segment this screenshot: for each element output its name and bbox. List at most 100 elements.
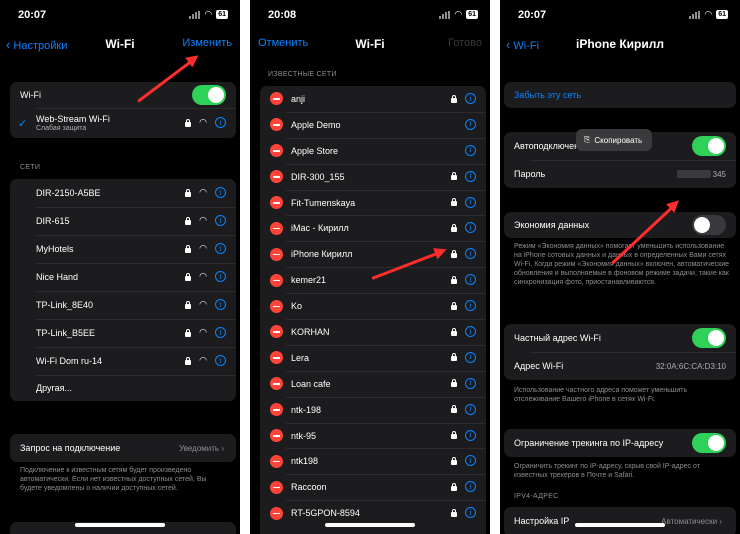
other-network-row[interactable]: Другая...: [10, 375, 236, 401]
info-icon[interactable]: i: [215, 299, 226, 310]
delete-minus-icon[interactable]: [270, 247, 283, 261]
forget-network-row[interactable]: Забыть эту сеть: [504, 82, 736, 108]
network-row[interactable]: TP-Link_B5EE ◠ i: [10, 319, 236, 347]
info-icon[interactable]: i: [215, 187, 226, 198]
lock-icon: [451, 275, 457, 284]
delete-minus-icon[interactable]: [270, 429, 283, 443]
password-row[interactable]: Пароль 345: [504, 160, 736, 188]
known-network-row[interactable]: DIR-300_155 i: [260, 163, 486, 190]
info-icon[interactable]: i: [215, 243, 226, 254]
delete-minus-icon[interactable]: [270, 273, 283, 287]
info-icon[interactable]: i: [465, 274, 476, 286]
delete-minus-icon[interactable]: [270, 377, 283, 391]
info-icon[interactable]: i: [465, 222, 476, 234]
wifi-address-label: Адрес Wi-Fi: [514, 361, 564, 371]
info-icon[interactable]: i: [215, 215, 226, 226]
networks-list: DIR-2150-A5BE ◠ i DIR-615 ◠ i MyHotels ◠ i Nice H…: [10, 179, 236, 401]
lock-icon: [451, 353, 457, 362]
page-title: iPhone Кирилл: [576, 37, 664, 51]
known-network-row[interactable]: kemer21 i: [260, 267, 486, 293]
delete-minus-icon[interactable]: [270, 506, 283, 520]
network-row[interactable]: Wi-Fi Dom ru-14 ◠ i: [10, 347, 236, 375]
known-network-row[interactable]: ntk-95 i: [260, 422, 486, 449]
wifi-strength-icon: ◠: [199, 215, 207, 225]
lock-icon: [451, 94, 457, 103]
delete-minus-icon[interactable]: [270, 221, 283, 235]
password-mask: [676, 170, 711, 179]
limit-tracking-toggle[interactable]: [692, 433, 726, 453]
ask-to-join-row[interactable]: Запрос на подключение Уведомить ›: [10, 434, 236, 462]
delete-minus-icon[interactable]: [270, 351, 283, 365]
navigation-bar: ‹ Wi-Fi iPhone Кирилл: [500, 34, 740, 54]
known-network-row[interactable]: iMac - Кирилл i: [260, 215, 486, 241]
delete-minus-icon[interactable]: [270, 403, 283, 417]
info-icon[interactable]: i: [465, 429, 476, 441]
delete-minus-icon[interactable]: [270, 480, 283, 494]
network-row[interactable]: DIR-615 ◠ i: [10, 207, 236, 235]
private-address-toggle[interactable]: [692, 328, 726, 348]
wifi-address-row: Адрес Wi-Fi 32:0A:6C:CA:D3:10: [504, 352, 736, 380]
current-network-row[interactable]: ✓ Web-Stream Wi-Fi Слабая защита ◠ i: [10, 108, 236, 138]
lock-icon: [185, 118, 192, 127]
known-network-row[interactable]: ntk-198 i: [260, 396, 486, 423]
copy-tooltip[interactable]: ⎘ Скопировать: [576, 129, 653, 151]
lock-icon: [185, 188, 192, 197]
delete-minus-icon[interactable]: [270, 454, 283, 468]
password-visible-tail: 345: [712, 169, 726, 179]
done-button[interactable]: Готово: [448, 37, 482, 49]
limit-tracking-label: Ограничение трекинга по IP-адресу: [514, 438, 664, 448]
ask-to-join-value: Уведомить: [179, 443, 220, 453]
known-network-row[interactable]: anji i: [260, 86, 486, 112]
info-icon[interactable]: i: [465, 481, 476, 493]
known-network-row[interactable]: KORHAN i: [260, 319, 486, 345]
info-icon[interactable]: i: [465, 507, 476, 519]
edit-button[interactable]: Изменить: [182, 37, 232, 49]
delete-minus-icon[interactable]: [270, 118, 283, 132]
status-bar: 20:08 ◠ 61: [250, 9, 490, 23]
known-network-row[interactable]: Apple Store i: [260, 137, 486, 164]
info-icon[interactable]: i: [465, 93, 476, 104]
low-data-label: Экономия данных: [514, 220, 590, 230]
info-icon[interactable]: i: [465, 170, 476, 182]
info-icon[interactable]: i: [465, 248, 476, 260]
configure-ip-label: Настройка IP: [514, 516, 570, 526]
delete-minus-icon[interactable]: [270, 144, 283, 158]
wifi-toggle[interactable]: [192, 85, 226, 105]
known-network-row[interactable]: Raccoon i: [260, 474, 486, 500]
info-icon[interactable]: i: [465, 377, 476, 389]
autojoin-toggle[interactable]: [692, 136, 726, 156]
info-icon[interactable]: i: [465, 455, 476, 467]
info-icon[interactable]: i: [215, 327, 226, 338]
known-network-row[interactable]: iPhone Кирилл i: [260, 241, 486, 267]
info-icon[interactable]: i: [465, 118, 476, 130]
known-network-row[interactable]: Apple Demo i: [260, 111, 486, 138]
known-network-name: ntk-198: [291, 404, 322, 415]
delete-minus-icon[interactable]: [270, 325, 283, 339]
info-icon[interactable]: i: [465, 300, 476, 312]
info-icon[interactable]: i: [465, 403, 476, 415]
info-icon[interactable]: i: [465, 196, 476, 208]
low-data-toggle[interactable]: [692, 215, 726, 235]
network-row[interactable]: TP-Link_8E40 ◠ i: [10, 291, 236, 319]
info-icon[interactable]: i: [465, 144, 476, 156]
known-network-row[interactable]: Fit-Tumenskaya i: [260, 189, 486, 216]
info-icon[interactable]: i: [465, 351, 476, 363]
known-network-row[interactable]: Ko i: [260, 293, 486, 319]
info-icon[interactable]: i: [215, 117, 226, 128]
network-row[interactable]: Nice Hand ◠ i: [10, 263, 236, 291]
info-icon[interactable]: i: [215, 271, 226, 282]
known-network-row[interactable]: ntk198 i: [260, 448, 486, 474]
delete-minus-icon[interactable]: [270, 92, 283, 106]
info-icon[interactable]: i: [215, 355, 226, 366]
delete-minus-icon[interactable]: [270, 170, 283, 184]
configure-ip-row[interactable]: Настройка IP Автоматически ›: [504, 507, 736, 534]
cellular-signal-icon: [439, 10, 451, 19]
known-network-row[interactable]: Lera i: [260, 344, 486, 371]
screen-network-details: 20:07 ◠ 61 ‹ Wi-Fi iPhone Кирилл Забыть э…: [500, 0, 740, 534]
known-network-row[interactable]: Loan cafe i: [260, 370, 486, 397]
delete-minus-icon[interactable]: [270, 299, 283, 313]
delete-minus-icon[interactable]: [270, 196, 283, 209]
info-icon[interactable]: i: [465, 326, 476, 338]
network-row[interactable]: MyHotels ◠ i: [10, 235, 236, 263]
network-row[interactable]: DIR-2150-A5BE ◠ i: [10, 179, 236, 207]
